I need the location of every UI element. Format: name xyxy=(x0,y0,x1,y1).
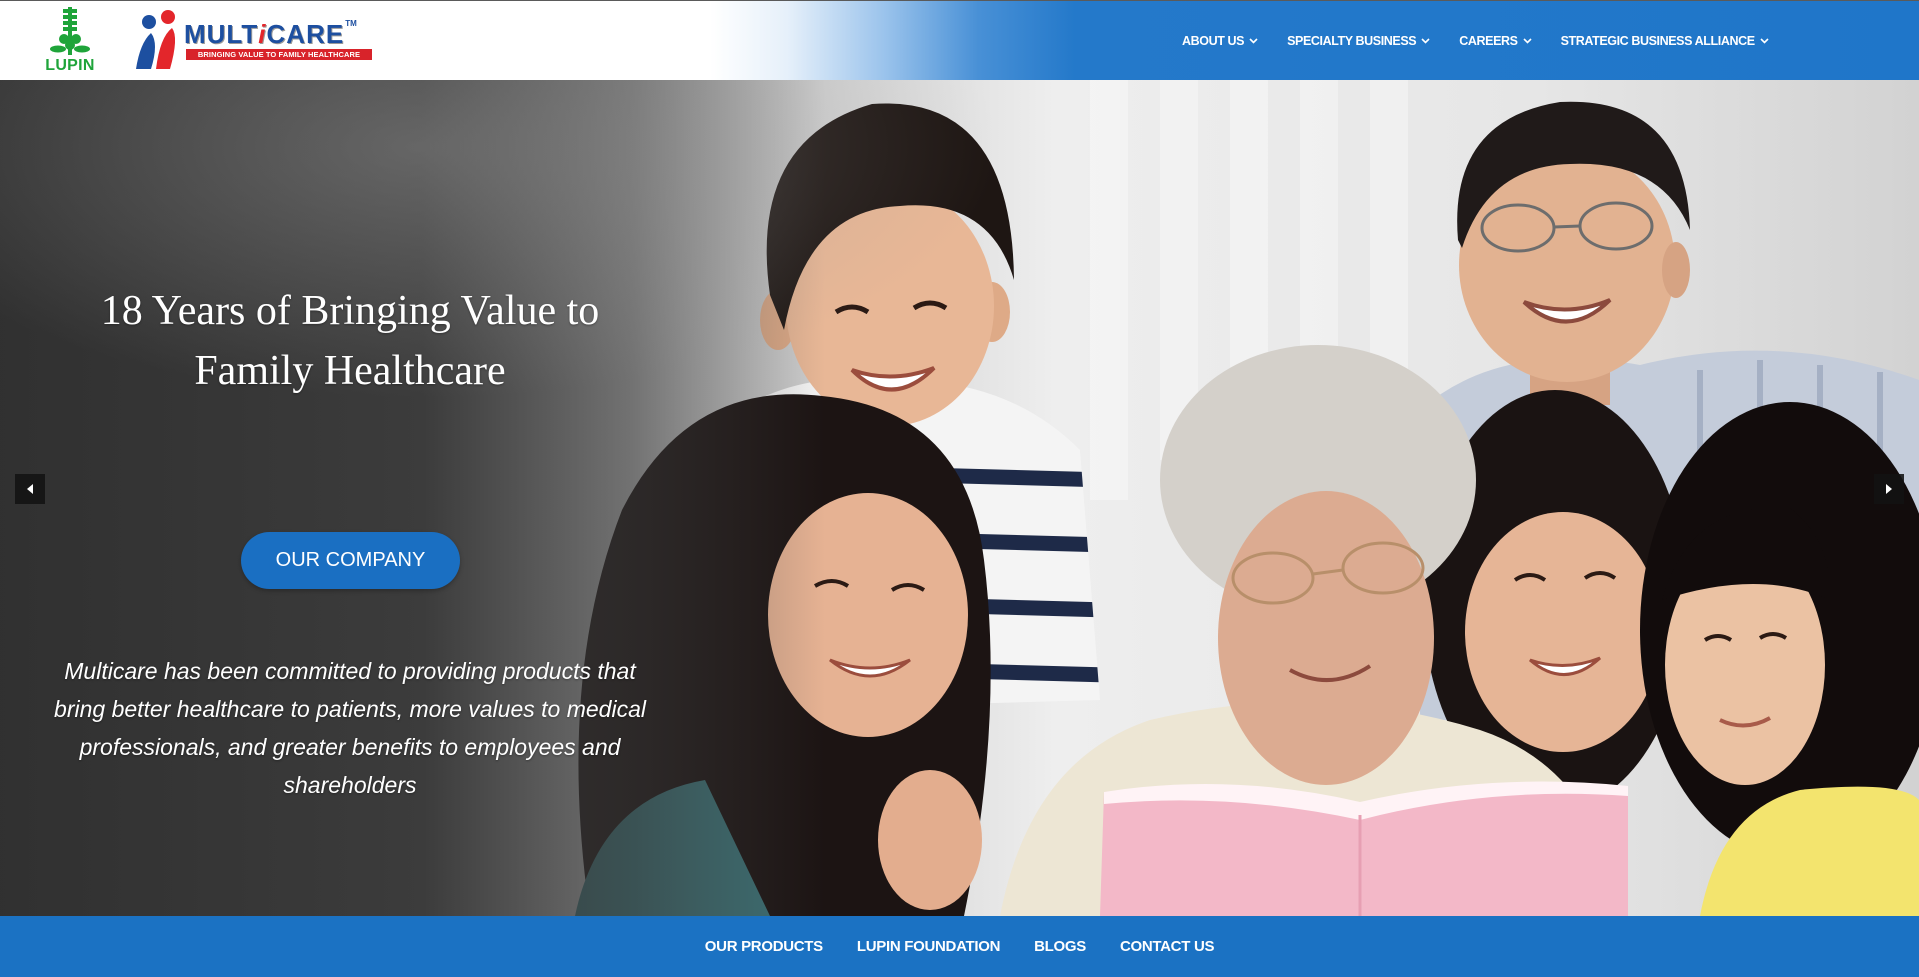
nav-specialty-business-label: SPECIALTY BUSINESS xyxy=(1287,34,1417,48)
bottom-link-blogs[interactable]: BLOGS xyxy=(1034,938,1086,955)
chevron-down-icon xyxy=(1249,38,1258,44)
hero-slider: 18 Years of Bringing Value to Family Hea… xyxy=(0,80,1919,916)
nav-strategic-business-alliance[interactable]: STRATEGIC BUSINESS ALLIANCE xyxy=(1561,34,1769,48)
nav-careers[interactable]: CAREERS xyxy=(1459,34,1532,48)
hero-description: Multicare has been committed to providin… xyxy=(54,658,646,798)
chevron-down-icon xyxy=(1760,38,1769,44)
arrow-left-icon xyxy=(27,484,33,494)
lupin-emblem-icon xyxy=(50,7,90,55)
nav-careers-label: CAREERS xyxy=(1459,34,1518,48)
slider-next-button[interactable] xyxy=(1874,474,1904,504)
hero-title-line-2: Family Healthcare xyxy=(194,348,506,394)
site-header: LUPIN MULTiCARETM BRINGING VALUE TO FAMI… xyxy=(0,0,1919,80)
multicare-logo[interactable]: MULTiCARETM BRINGING VALUE TO FAMILY HEA… xyxy=(132,7,377,73)
main-nav: ABOUT US SPECIALTY BUSINESS CAREERS STRA… xyxy=(1182,1,1769,81)
chevron-down-icon xyxy=(1523,38,1532,44)
bottom-nav-bar: OUR PRODUCTS LUPIN FOUNDATION BLOGS CONT… xyxy=(0,916,1919,977)
hero-title-line-1: 18 Years of Bringing Value to xyxy=(100,288,600,334)
nav-about-us-label: ABOUT US xyxy=(1182,34,1245,48)
chevron-down-icon xyxy=(1421,38,1430,44)
slider-prev-button[interactable] xyxy=(15,474,45,504)
bottom-link-our-products[interactable]: OUR PRODUCTS xyxy=(705,938,823,955)
hero-title: 18 Years of Bringing Value to Family Hea… xyxy=(0,281,700,401)
arrow-right-icon xyxy=(1886,484,1892,494)
multicare-wordmark: MULTiCARETM xyxy=(184,19,357,49)
nav-specialty-business[interactable]: SPECIALTY BUSINESS xyxy=(1287,34,1430,48)
lupin-logo-text: LUPIN xyxy=(45,57,95,74)
bottom-link-contact-us[interactable]: CONTACT US xyxy=(1120,938,1215,955)
our-company-button[interactable]: OUR COMPANY xyxy=(241,532,460,589)
page: LUPIN MULTiCARETM BRINGING VALUE TO FAMI… xyxy=(0,0,1919,977)
trademark-mark: TM xyxy=(345,19,357,28)
nav-strategic-business-alliance-label: STRATEGIC BUSINESS ALLIANCE xyxy=(1560,34,1755,48)
multicare-people-icon xyxy=(136,10,176,69)
multicare-tagline: BRINGING VALUE TO FAMILY HEALTHCARE xyxy=(186,49,372,60)
nav-about-us[interactable]: ABOUT US xyxy=(1182,34,1258,48)
lupin-logo[interactable]: LUPIN xyxy=(38,5,102,77)
bottom-link-lupin-foundation[interactable]: LUPIN FOUNDATION xyxy=(857,938,1001,955)
